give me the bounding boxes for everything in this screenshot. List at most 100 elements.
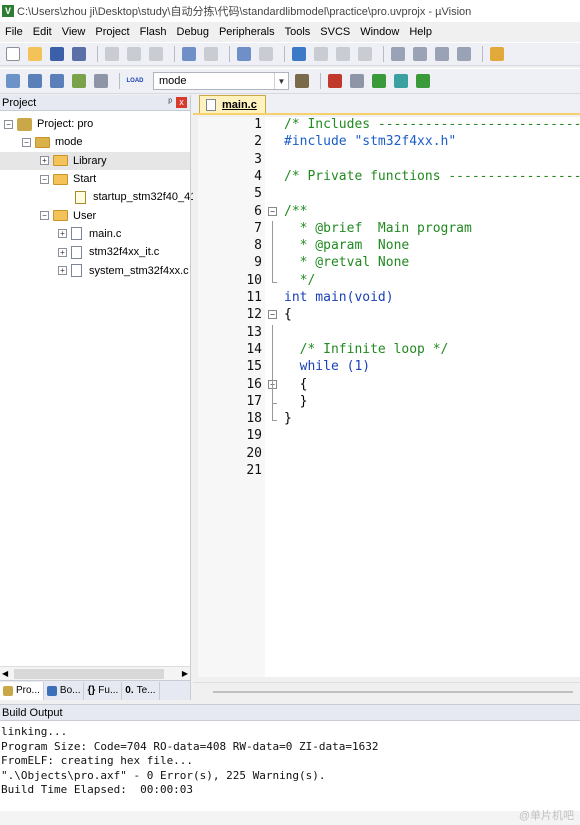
batch-build-button[interactable] [70,72,88,90]
file-extensions-button[interactable] [348,72,366,90]
build-button[interactable] [26,72,44,90]
select-software-packs-button[interactable] [414,72,432,90]
code-line[interactable]: 10 */ [198,273,580,290]
expand-icon[interactable]: + [40,156,49,166]
fold-toggle-icon[interactable]: − [268,206,277,216]
indent-button[interactable] [389,45,407,63]
unindent-button[interactable] [411,45,429,63]
code-line[interactable]: 13 [198,325,580,342]
tree-node-target[interactable]: − mode [0,133,190,151]
editor-horizontal-scrollbar[interactable] [193,682,580,700]
menu-view[interactable]: View [59,26,93,38]
tree-file-system[interactable]: + system_stm32f4xx.c [0,261,190,279]
code-line[interactable]: 5 [198,186,580,203]
save-button[interactable] [48,45,66,63]
expand-icon[interactable]: + [58,247,67,257]
cut-button[interactable] [103,45,121,63]
code-line[interactable]: 6−/** [198,204,580,221]
open-file-button[interactable] [26,45,44,63]
download-button[interactable]: LOAD [125,72,145,90]
scroll-right-icon[interactable]: ▶ [182,669,188,678]
code-line[interactable]: 15 while (1) [198,359,580,376]
paste-button[interactable] [147,45,165,63]
scrollbar-thumb[interactable] [14,669,164,679]
code-line[interactable]: 14 /* Infinite loop */ [198,342,580,359]
target-options-button[interactable] [293,72,311,90]
translate-button[interactable] [4,72,22,90]
menu-peripherals[interactable]: Peripherals [216,26,282,38]
scroll-left-icon[interactable]: ◀ [2,669,8,678]
tree-file-startup[interactable]: startup_stm32f40_41 [0,188,196,206]
menu-debug[interactable]: Debug [174,26,216,38]
code-line[interactable]: 21 [198,463,580,480]
code-line[interactable]: 16− { [198,377,580,394]
code-line[interactable]: 20 [198,446,580,463]
pin-icon[interactable]: ᵖ [168,97,172,108]
code-line[interactable]: 11 int main(void) [198,290,580,307]
nav-forward-button[interactable] [257,45,275,63]
tree-group-start[interactable]: − Start [0,170,190,188]
prev-bookmark-button[interactable] [312,45,330,63]
code-line[interactable]: 9 * @retval None [198,255,580,272]
manage-components-button[interactable] [326,72,344,90]
collapse-icon[interactable]: − [40,211,49,221]
expand-icon[interactable]: + [58,229,67,239]
build-output-scrollbar[interactable] [0,811,580,825]
pack-installer-button[interactable] [392,72,410,90]
target-select[interactable]: mode ▼ [153,72,289,90]
nav-back-button[interactable] [235,45,253,63]
code-line[interactable]: 1 /* Includes ---------------------------… [198,117,580,134]
code-editor[interactable]: 1 /* Includes ---------------------------… [198,117,580,677]
comment-button[interactable] [433,45,451,63]
run-time-env-button[interactable] [370,72,388,90]
code-line[interactable]: 4 /* Private functions ------------------… [198,169,580,186]
copy-button[interactable] [125,45,143,63]
redo-button[interactable] [202,45,220,63]
uncomment-button[interactable] [455,45,473,63]
collapse-icon[interactable]: − [40,174,49,184]
tree-file-main[interactable]: + main.c [0,225,190,243]
project-horizontal-scrollbar[interactable]: ◀ ▶ [0,666,190,680]
bookmark-button[interactable] [290,45,308,63]
rebuild-button[interactable] [48,72,66,90]
tree-node-project[interactable]: − Project: pro [0,115,190,133]
find-in-files-button[interactable] [488,45,506,63]
tab-functions[interactable]: {} Fu... [84,681,123,700]
expand-icon[interactable]: + [58,266,67,276]
undo-button[interactable] [180,45,198,63]
menu-file[interactable]: File [2,26,30,38]
menu-tools[interactable]: Tools [282,26,318,38]
new-file-button[interactable] [4,45,22,63]
code-line[interactable]: 7 * @brief Main program [198,221,580,238]
menu-svcs[interactable]: SVCS [317,26,357,38]
tree-file-it[interactable]: + stm32f4xx_it.c [0,243,190,261]
fold-toggle-icon[interactable]: − [268,310,277,320]
line-number: 13 [246,324,262,340]
collapse-icon[interactable]: − [22,137,31,147]
tab-label: Bo... [59,685,81,696]
code-line[interactable]: 8 * @param None [198,238,580,255]
menu-flash[interactable]: Flash [137,26,174,38]
clear-bookmarks-button[interactable] [356,45,374,63]
close-icon[interactable]: x [176,97,187,108]
code-line[interactable]: 19 [198,428,580,445]
menu-edit[interactable]: Edit [30,26,59,38]
next-bookmark-button[interactable] [334,45,352,63]
collapse-icon[interactable]: − [4,119,13,129]
code-line[interactable]: 2 #include "stm32f4xx.h" [198,134,580,151]
tab-templates[interactable]: 0. Te... [122,681,160,700]
code-line[interactable]: 17 } [198,394,580,411]
tab-project[interactable]: Pro... [0,681,44,700]
code-line[interactable]: 12−{ [198,307,580,324]
editor-tab-main-c[interactable]: main.c [199,95,266,113]
tree-group-library[interactable]: + Library [0,151,190,170]
tree-group-user[interactable]: − User [0,206,190,224]
menu-window[interactable]: Window [357,26,406,38]
menu-project[interactable]: Project [92,26,136,38]
tab-books[interactable]: Bo... [44,681,85,700]
stop-build-button[interactable] [92,72,110,90]
save-all-button[interactable] [70,45,88,63]
code-line[interactable]: 18} [198,411,580,428]
menu-help[interactable]: Help [406,26,439,38]
code-line[interactable]: 3 [198,152,580,169]
